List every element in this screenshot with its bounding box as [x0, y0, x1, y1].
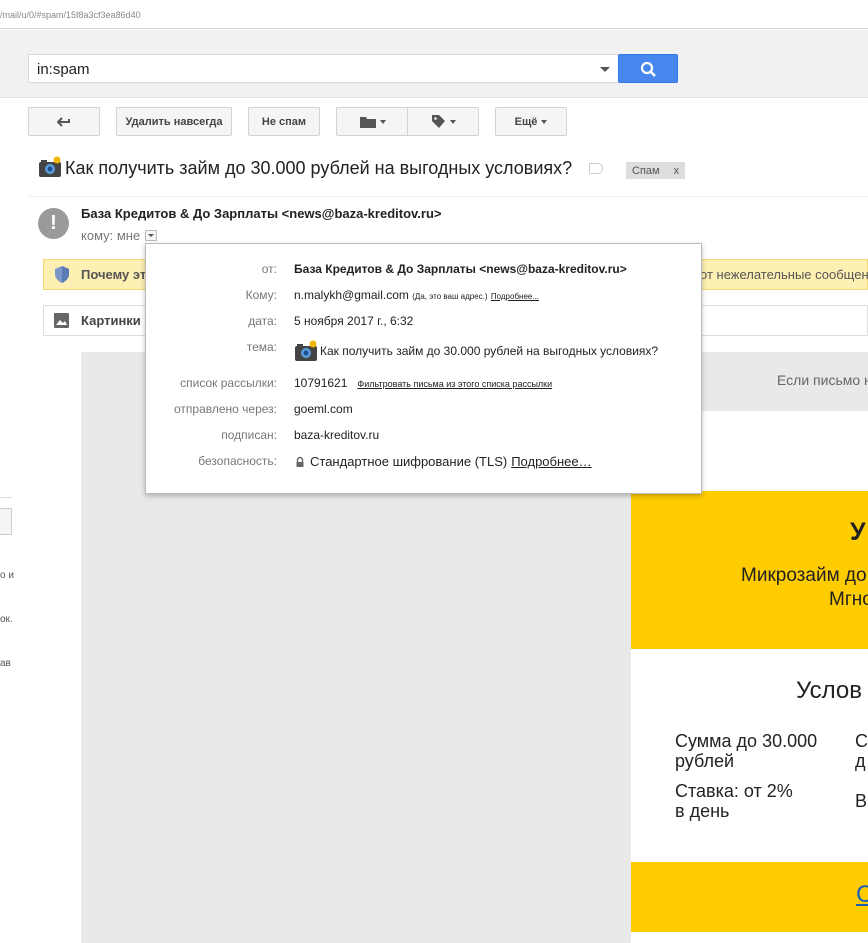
- images-bar-text: Картинки: [81, 313, 141, 328]
- chevron-down-icon: [449, 119, 456, 124]
- recipient-summary: кому: мне: [81, 228, 141, 243]
- to-note: (Да, это ваш адрес.): [412, 292, 488, 301]
- warning-text: Почему эт: [81, 267, 147, 282]
- divider: [0, 497, 12, 498]
- back-button[interactable]: [28, 107, 100, 136]
- filter-list-link[interactable]: Фильтровать письма из этого списка рассы…: [357, 379, 552, 389]
- back-arrow-icon: [57, 116, 70, 127]
- label-icon[interactable]: [589, 163, 603, 174]
- message-subject: Как получить займ до 30.000 рублей на вы…: [65, 158, 573, 178]
- camera-emoji-icon: [295, 340, 317, 361]
- condition-item: В: [855, 791, 868, 811]
- chevron-down-icon: [379, 119, 386, 124]
- subject-label: тема:: [246, 340, 277, 354]
- left-text-fragment: о и: [0, 570, 14, 581]
- mailing-list-row: 10791621 Фильтровать письма из этого спи…: [294, 376, 552, 390]
- to-more-link[interactable]: Подробнее...: [491, 292, 539, 301]
- condition-item: Ставка: от 2% в день: [675, 781, 793, 821]
- from-label: от:: [261, 262, 277, 276]
- header: [0, 29, 868, 98]
- hero-subline: Микрозайм до: [741, 565, 867, 586]
- lock-icon: [296, 456, 304, 467]
- camera-emoji-icon: [39, 156, 61, 177]
- search-input[interactable]: [37, 59, 577, 79]
- mailing-list-label: список рассылки:: [180, 376, 277, 390]
- mailed-by-value: goeml.com: [294, 402, 353, 416]
- hero-headline: У: [850, 518, 866, 546]
- image-icon: [54, 313, 69, 328]
- chevron-down-icon: [148, 234, 154, 237]
- search-icon: [640, 61, 656, 77]
- security-value: Стандартное шифрование (TLS): [310, 454, 508, 469]
- date-label: дата:: [248, 314, 277, 328]
- url-text: /mail/u/0/#spam/15f8a3cf3ea86d40: [0, 10, 141, 20]
- not-spam-button[interactable]: Не спам: [248, 107, 320, 136]
- view-in-browser-hint[interactable]: Если письмо н: [777, 372, 868, 388]
- move-to-button[interactable]: [336, 107, 408, 136]
- more-button[interactable]: Ещё: [495, 107, 567, 136]
- mailing-list-value: 10791621: [294, 376, 348, 390]
- condition-item: Сумма до 30.000 рублей: [675, 731, 818, 771]
- cta-section: [631, 862, 868, 932]
- search-button[interactable]: [618, 54, 678, 83]
- shield-icon: [55, 266, 69, 283]
- folder-icon: [359, 116, 376, 128]
- divider: [28, 196, 868, 197]
- search-box[interactable]: [28, 54, 618, 83]
- delete-forever-button[interactable]: Удалить навсегда: [116, 107, 232, 136]
- mailed-by-label: отправлено через:: [173, 402, 277, 416]
- cta-link[interactable]: С: [856, 881, 868, 909]
- warning-text-continued: от нежелательные сообщен: [700, 267, 868, 282]
- from-value: База Кредитов & До Зарплаты <news@baza-k…: [294, 262, 627, 276]
- subject-value-row: Как получить займ до 30.000 рублей на вы…: [294, 340, 658, 362]
- left-text-fragment: ок.: [0, 614, 13, 625]
- chevron-down-icon: [541, 119, 548, 124]
- date-value: 5 ноября 2017 г., 6:32: [294, 314, 414, 328]
- condition-item: С д: [855, 731, 868, 771]
- hero-subline-2: Мгно: [829, 589, 868, 610]
- remove-label-button[interactable]: x: [674, 165, 680, 177]
- left-text-fragment: ав: [0, 658, 11, 669]
- spam-warning-avatar: !: [38, 208, 69, 239]
- search-options-icon[interactable]: [600, 67, 610, 72]
- conditions-title: Услов: [796, 677, 863, 704]
- labels-button[interactable]: [407, 107, 479, 136]
- to-value: n.malykh@gmail.com: [294, 288, 409, 302]
- tag-icon: [431, 115, 445, 128]
- address-bar[interactable]: /mail/u/0/#spam/15f8a3cf3ea86d40: [0, 0, 868, 29]
- subject-value: Как получить займ до 30.000 рублей на вы…: [320, 344, 659, 358]
- to-value-row: n.malykh@gmail.com (Да, это ваш адрес.) …: [294, 288, 539, 302]
- signed-by-value: baza-kreditov.ru: [294, 428, 380, 442]
- show-details-button[interactable]: [145, 230, 157, 241]
- message-details-popup: от: База Кредитов & До Зарплаты <news@ba…: [145, 243, 702, 494]
- spam-label-chip: Спам x: [626, 162, 686, 179]
- security-row: Стандартное шифрование (TLS) Подробнее…: [294, 454, 592, 469]
- side-button[interactable]: [0, 508, 12, 535]
- sender-name[interactable]: База Кредитов & До Зарплаты <news@baza-k…: [81, 206, 441, 221]
- to-label: Кому:: [245, 288, 277, 302]
- signed-by-label: подписан:: [221, 428, 277, 442]
- security-more-link[interactable]: Подробнее…: [511, 454, 591, 469]
- security-label: безопасность:: [198, 454, 277, 468]
